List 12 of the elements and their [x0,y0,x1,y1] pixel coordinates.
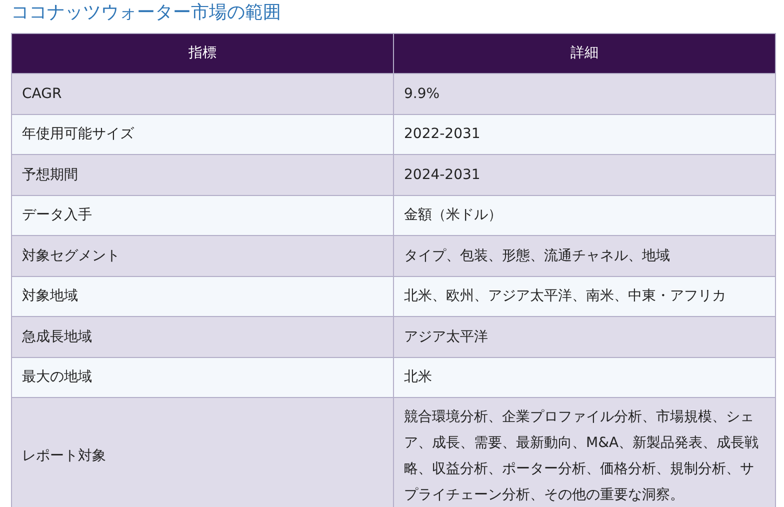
table-cell: 急成長地域 [12,316,394,357]
column-header: 指標 [12,34,394,74]
table-cell: CAGR [12,74,394,114]
table-cell: レポート対象 [12,398,394,507]
column-header: 詳細 [394,34,776,74]
table-cell: 予想期間 [12,154,394,195]
table-cell: 2024-2031 [394,154,776,195]
table-cell: 9.9% [394,74,776,114]
table-cell: アジア太平洋 [394,316,776,357]
page-title: ココナッツウォーター市場の範囲 [11,1,281,25]
table-cell: タイプ、包装、形態、流通チャネル、地域 [394,236,776,276]
table-cell: 対象セグメント [12,236,394,276]
